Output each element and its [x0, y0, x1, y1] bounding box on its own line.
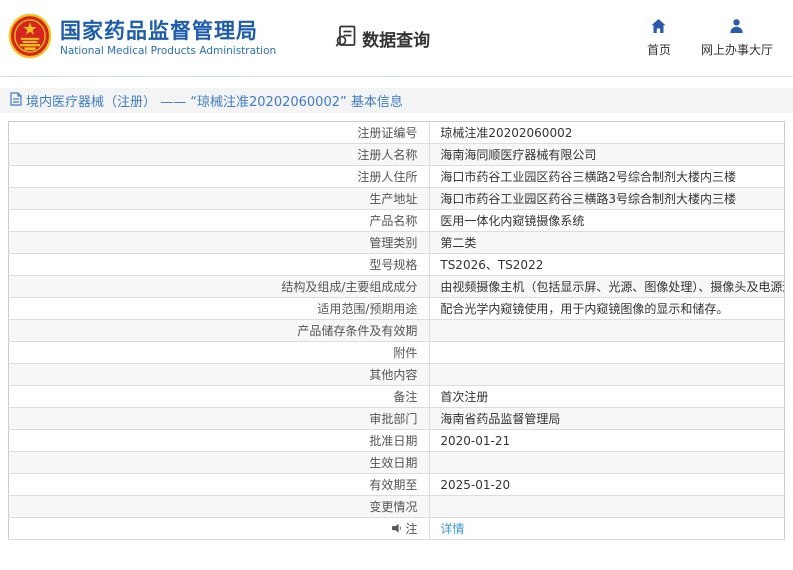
row-label: 生产地址 [9, 188, 430, 210]
table-row: 产品名称医用一体化内窥镜摄像系统 [9, 210, 785, 232]
row-label: 注册人住所 [9, 166, 430, 188]
table-row: 适用范围/预期用途配合光学内窥镜使用，用于内窥镜图像的显示和储存。 [9, 298, 785, 320]
table-row: 生效日期 [9, 452, 785, 474]
table-row: 生产地址海口市药谷工业园区药谷三横路3号综合制剂大楼内三楼 [9, 188, 785, 210]
info-table-body: 注册证编号琼械注准20202060002注册人名称海南海同顺医疗器械有限公司注册… [9, 122, 785, 540]
table-row: 备注首次注册 [9, 386, 785, 408]
table-row: 注详情 [9, 518, 785, 540]
table-row: 有效期至2025-01-20 [9, 474, 785, 496]
row-value: 琼械注准20202060002 [430, 122, 785, 144]
nav-item-home[interactable]: 首页 [647, 18, 671, 58]
nav-item-service-hall[interactable]: 网上办事大厅 [701, 18, 773, 58]
header: 国家药品监督管理局 National Medical Products Admi… [0, 0, 793, 77]
row-label: 生效日期 [9, 452, 430, 474]
row-label: 注 [9, 518, 430, 540]
row-label: 有效期至 [9, 474, 430, 496]
row-value [430, 496, 785, 518]
page-title: 境内医疗器械（注册） —— “琼械注准20202060002” 基本信息 [26, 91, 403, 110]
row-label: 管理类别 [9, 232, 430, 254]
row-value [430, 364, 785, 386]
row-label: 附件 [9, 342, 430, 364]
row-value [430, 320, 785, 342]
national-emblem-logo [8, 13, 52, 63]
table-row: 注册人住所海口市药谷工业园区药谷三横路2号综合制剂大楼内三楼 [9, 166, 785, 188]
row-label: 适用范围/预期用途 [9, 298, 430, 320]
table-row: 产品储存条件及有效期 [9, 320, 785, 342]
table-row: 变更情况 [9, 496, 785, 518]
row-label: 产品储存条件及有效期 [9, 320, 430, 342]
row-value: 详情 [430, 518, 785, 540]
table-row: 结构及组成/主要组成成分由视频摄像主机（包括显示屏、光源、图像处理）、摄像头及电… [9, 276, 785, 298]
row-label: 其他内容 [9, 364, 430, 386]
table-row: 审批部门海南省药品监督管理局 [9, 408, 785, 430]
org-name-en: National Medical Products Administration [60, 44, 276, 58]
brand-home-link[interactable]: 国家药品监督管理局 National Medical Products Admi… [8, 13, 276, 63]
home-icon [650, 18, 667, 41]
row-value: 第二类 [430, 232, 785, 254]
row-value: 海口市药谷工业园区药谷三横路2号综合制剂大楼内三楼 [430, 166, 785, 188]
brand-text: 国家药品监督管理局 National Medical Products Admi… [60, 18, 276, 58]
header-nav: 首页 网上办事大厅 [647, 18, 779, 58]
data-query-label: 数据查询 [362, 26, 430, 51]
nav-service-hall-label: 网上办事大厅 [701, 41, 773, 58]
row-value: 由视频摄像主机（包括显示屏、光源、图像处理）、摄像头及电源适配器和附件（电源线、… [430, 276, 785, 298]
document-icon [10, 91, 26, 110]
row-value: 首次注册 [430, 386, 785, 408]
table-wrap: 注册证编号琼械注准20202060002注册人名称海南海同顺医疗器械有限公司注册… [0, 113, 793, 540]
row-value: 海南海同顺医疗器械有限公司 [430, 144, 785, 166]
user-icon [728, 18, 745, 41]
table-row: 注册人名称海南海同顺医疗器械有限公司 [9, 144, 785, 166]
row-value: 配合光学内窥镜使用，用于内窥镜图像的显示和储存。 [430, 298, 785, 320]
row-value [430, 452, 785, 474]
table-row: 批准日期2020-01-21 [9, 430, 785, 452]
row-label: 结构及组成/主要组成成分 [9, 276, 430, 298]
table-row: 型号规格TS2026、TS2022 [9, 254, 785, 276]
data-query-icon [334, 24, 358, 52]
nav-home-label: 首页 [647, 41, 671, 58]
row-value: 海南省药品监督管理局 [430, 408, 785, 430]
row-value [430, 342, 785, 364]
megaphone-icon [391, 523, 402, 537]
row-value: 2020-01-21 [430, 430, 785, 452]
registration-info-table: 注册证编号琼械注准20202060002注册人名称海南海同顺医疗器械有限公司注册… [8, 121, 785, 540]
row-value: 海口市药谷工业园区药谷三横路3号综合制剂大楼内三楼 [430, 188, 785, 210]
breadcrumb-bar: 境内医疗器械（注册） —— “琼械注准20202060002” 基本信息 [0, 88, 793, 113]
row-value: 医用一体化内窥镜摄像系统 [430, 210, 785, 232]
row-value: TS2026、TS2022 [430, 254, 785, 276]
row-label: 注册证编号 [9, 122, 430, 144]
row-label: 变更情况 [9, 496, 430, 518]
detail-link[interactable]: 详情 [440, 522, 464, 536]
table-row: 其他内容 [9, 364, 785, 386]
table-row: 附件 [9, 342, 785, 364]
table-row: 管理类别第二类 [9, 232, 785, 254]
org-name-cn: 国家药品监督管理局 [60, 18, 276, 44]
data-query-entry[interactable]: 数据查询 [334, 24, 430, 52]
row-label: 备注 [9, 386, 430, 408]
row-label: 审批部门 [9, 408, 430, 430]
row-label: 注册人名称 [9, 144, 430, 166]
row-label: 批准日期 [9, 430, 430, 452]
row-value: 2025-01-20 [430, 474, 785, 496]
row-label: 产品名称 [9, 210, 430, 232]
table-row: 注册证编号琼械注准20202060002 [9, 122, 785, 144]
row-label: 型号规格 [9, 254, 430, 276]
